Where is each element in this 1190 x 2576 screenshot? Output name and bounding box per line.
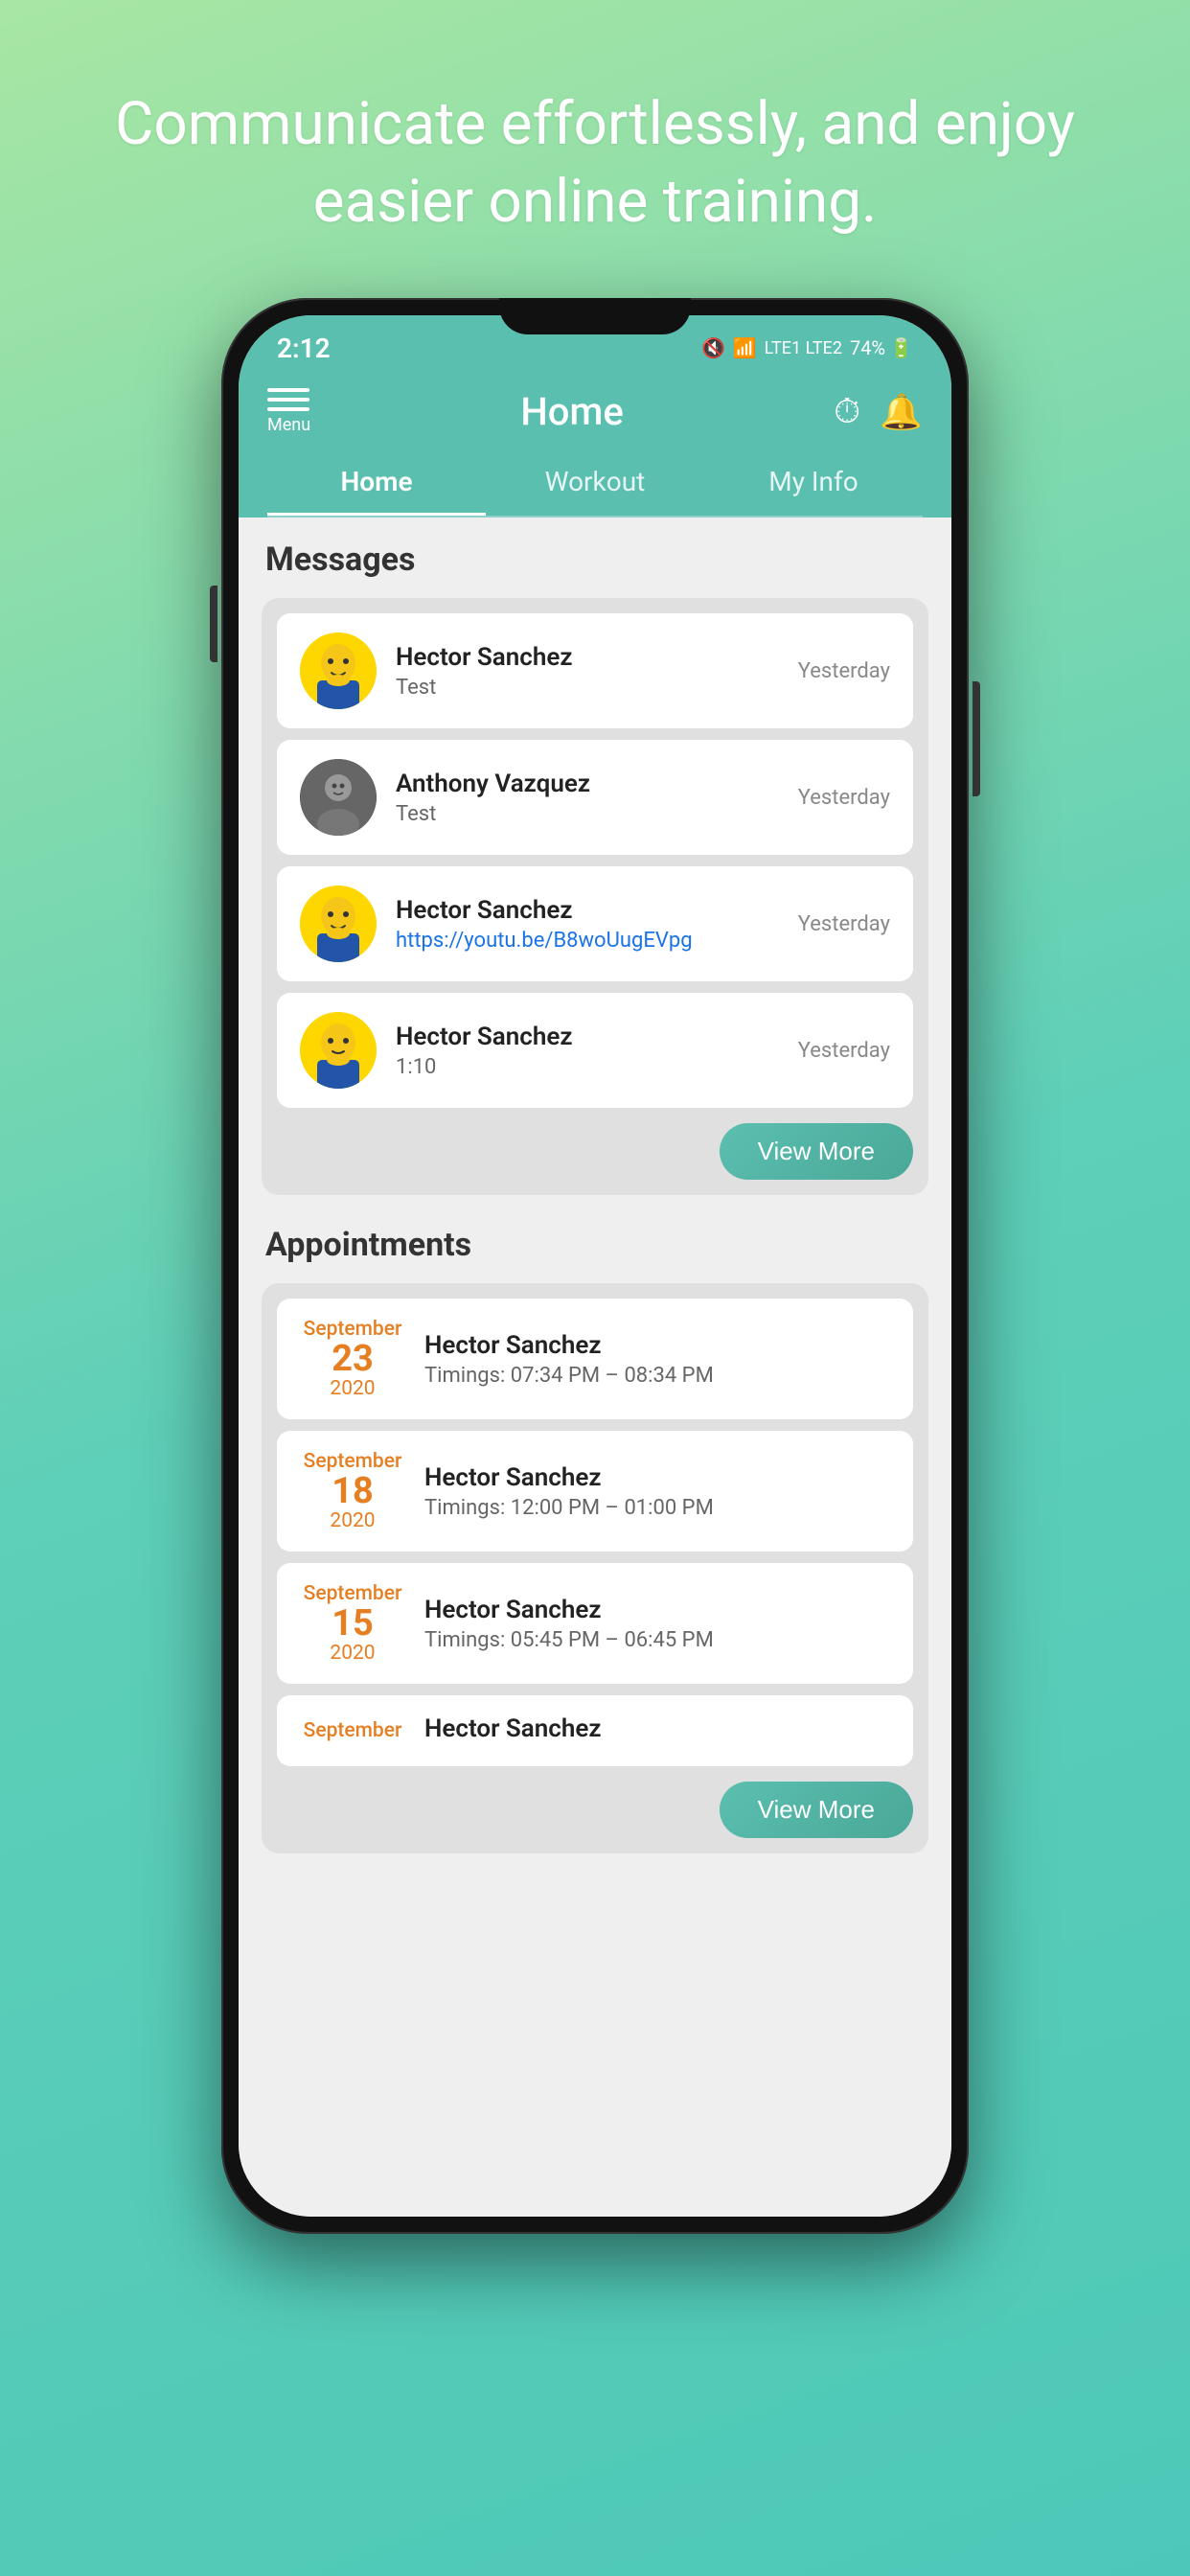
appointment-day: 23	[300, 1341, 405, 1377]
appointment-item[interactable]: September 23 2020 Hector Sanchez Timings…	[277, 1299, 913, 1419]
nav-tabs: Home Workout My Info	[267, 450, 923, 518]
tab-workout[interactable]: Workout	[486, 450, 704, 516]
message-preview-text: Test	[396, 802, 779, 826]
hamburger-line1	[267, 388, 309, 392]
battery-percent: 74%	[850, 336, 885, 359]
appointment-info: Hector Sanchez Timings: 05:45 PM – 06:45…	[424, 1596, 890, 1652]
phone-screen: 2:12 🔇 📶 LTE1 LTE2 74% 🔋	[239, 315, 951, 2217]
appointment-month: September	[300, 1719, 405, 1742]
appointment-client-name: Hector Sanchez	[424, 1714, 890, 1743]
appointment-date: September 18 2020	[300, 1450, 405, 1532]
timer-icon[interactable]: ⏱	[834, 391, 860, 432]
message-sender-name: Hector Sanchez	[396, 643, 779, 672]
messages-view-more-container: View More	[277, 1123, 913, 1180]
message-time: Yesterday	[798, 786, 890, 810]
appointment-year: 2020	[300, 1377, 405, 1400]
message-info: Hector Sanchez https://youtu.be/B8woUugE…	[396, 896, 779, 953]
notification-icon[interactable]: 🔔	[880, 392, 923, 432]
avatar-image	[300, 759, 377, 836]
message-sender-name: Hector Sanchez	[396, 896, 779, 925]
avatar	[300, 759, 377, 836]
wifi-icon: 📶	[733, 336, 757, 359]
appointment-year: 2020	[300, 1509, 405, 1532]
messages-section-title: Messages	[262, 540, 928, 579]
message-preview-text: Test	[396, 676, 779, 700]
status-icons: 🔇 📶 LTE1 LTE2 74% 🔋	[701, 336, 913, 359]
appointment-timings: Timings: 07:34 PM – 08:34 PM	[424, 1364, 890, 1388]
notch	[499, 298, 691, 334]
app-bar-top: Menu Home ⏱ 🔔	[267, 388, 923, 450]
mute-icon: 🔇	[701, 336, 725, 359]
app-bar-actions: ⏱ 🔔	[834, 391, 923, 432]
message-item[interactable]: Anthony Vazquez Test Yesterday	[277, 740, 913, 855]
appointment-item[interactable]: September 18 2020 Hector Sanchez Timings…	[277, 1431, 913, 1552]
headline-line1: Communicate effortlessly, and enjoy	[115, 89, 1075, 159]
phone-frame: 2:12 🔇 📶 LTE1 LTE2 74% 🔋	[221, 298, 969, 2234]
appointment-item[interactable]: September Hector Sanchez	[277, 1695, 913, 1766]
tab-myinfo[interactable]: My Info	[704, 450, 923, 516]
appointment-info: Hector Sanchez Timings: 12:00 PM – 01:00…	[424, 1463, 890, 1520]
appointment-client-name: Hector Sanchez	[424, 1463, 890, 1492]
appointments-cards: September 23 2020 Hector Sanchez Timings…	[262, 1283, 928, 1853]
message-item[interactable]: Hector Sanchez 1:10 Yesterday	[277, 993, 913, 1108]
message-time: Yesterday	[798, 1039, 890, 1063]
tab-home[interactable]: Home	[267, 450, 486, 516]
message-preview-text: 1:10	[396, 1055, 779, 1079]
appointment-year: 2020	[300, 1642, 405, 1665]
appointment-info: Hector Sanchez Timings: 07:34 PM – 08:34…	[424, 1331, 890, 1388]
appointment-client-name: Hector Sanchez	[424, 1331, 890, 1360]
hamburger-line3	[267, 407, 309, 411]
message-sender-name: Anthony Vazquez	[396, 770, 779, 798]
message-time: Yesterday	[798, 912, 890, 936]
avatar	[300, 1012, 377, 1089]
app-title: Home	[520, 389, 623, 434]
appointment-timings: Timings: 05:45 PM – 06:45 PM	[424, 1628, 890, 1652]
phone-mockup: 2:12 🔇 📶 LTE1 LTE2 74% 🔋	[221, 298, 969, 2234]
app-bar: Menu Home ⏱ 🔔 Home Workout My Info	[239, 373, 951, 518]
appointment-item[interactable]: September 15 2020 Hector Sanchez Timings…	[277, 1563, 913, 1684]
appointments-view-more-container: View More	[277, 1782, 913, 1838]
appointment-date: September	[300, 1719, 405, 1742]
message-link[interactable]: https://youtu.be/B8woUugEVpg	[396, 929, 693, 953]
menu-label: Menu	[267, 415, 310, 435]
status-time: 2:12	[277, 333, 331, 364]
volume-button	[210, 586, 217, 662]
appointment-info: Hector Sanchez	[424, 1714, 890, 1747]
message-info: Anthony Vazquez Test	[396, 770, 779, 826]
message-item[interactable]: Hector Sanchez Test Yesterday	[277, 613, 913, 728]
message-info: Hector Sanchez 1:10	[396, 1023, 779, 1079]
appointments-view-more-button[interactable]: View More	[720, 1782, 913, 1838]
messages-cards: Hector Sanchez Test Yesterday	[262, 598, 928, 1195]
message-sender-name: Hector Sanchez	[396, 1023, 779, 1051]
message-preview-link[interactable]: https://youtu.be/B8woUugEVpg	[396, 929, 779, 953]
signal-icon: LTE1 LTE2	[765, 338, 842, 358]
content-area: Messages	[239, 518, 951, 2217]
appointment-date: September 23 2020	[300, 1318, 405, 1400]
message-time: Yesterday	[798, 659, 890, 683]
appointment-date: September 15 2020	[300, 1582, 405, 1665]
appointments-section-title: Appointments	[262, 1226, 928, 1264]
avatar	[300, 886, 377, 962]
power-button	[973, 681, 980, 796]
menu-button[interactable]: Menu	[267, 388, 310, 435]
headline-text: Communicate effortlessly, and enjoy easi…	[38, 0, 1152, 298]
appointment-day: 15	[300, 1605, 405, 1642]
message-item[interactable]: Hector Sanchez https://youtu.be/B8woUugE…	[277, 866, 913, 981]
appointment-day: 18	[300, 1473, 405, 1509]
appointment-timings: Timings: 12:00 PM – 01:00 PM	[424, 1496, 890, 1520]
headline-line2: easier online training.	[313, 167, 878, 237]
appointment-client-name: Hector Sanchez	[424, 1596, 890, 1624]
battery-icon: 74% 🔋	[850, 336, 913, 359]
hamburger-line2	[267, 398, 309, 402]
message-info: Hector Sanchez Test	[396, 643, 779, 700]
messages-view-more-button[interactable]: View More	[720, 1123, 913, 1180]
avatar	[300, 632, 377, 709]
